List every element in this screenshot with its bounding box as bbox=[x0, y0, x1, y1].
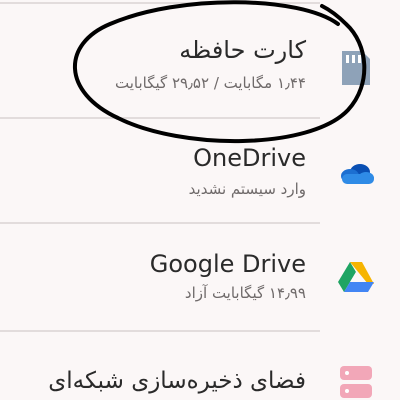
sd-card-icon bbox=[336, 48, 376, 88]
storage-item-onedrive[interactable]: OneDrive وارد سیستم نشدید bbox=[0, 120, 400, 220]
divider-3 bbox=[0, 330, 320, 332]
google-drive-icon bbox=[336, 256, 376, 296]
storage-item-network-storage[interactable]: فضای ذخیره‌سازی شبکه‌ای bbox=[0, 334, 400, 400]
storage-item-google-drive[interactable]: Google Drive ۱۴٫۹۹ گیگابایت آزاد bbox=[0, 226, 400, 326]
storage-item-memory-card[interactable]: کارت حافظه ۱٫۴۴ مگابایت / ۲۹٫۵۲ گیگابایت bbox=[0, 14, 400, 114]
onedrive-title: OneDrive bbox=[193, 144, 306, 172]
storage-screen: کارت حافظه ۱٫۴۴ مگابایت / ۲۹٫۵۲ گیگابایت… bbox=[0, 0, 400, 400]
top-divider bbox=[0, 2, 320, 4]
google-drive-subtitle: ۱۴٫۹۹ گیگابایت آزاد bbox=[184, 284, 306, 302]
memory-card-title: کارت حافظه bbox=[179, 36, 306, 64]
network-storage-title: فضای ذخیره‌سازی شبکه‌ای bbox=[48, 368, 306, 394]
onedrive-cloud-icon bbox=[336, 154, 376, 194]
network-storage-icon bbox=[336, 362, 376, 400]
google-drive-title: Google Drive bbox=[149, 250, 306, 278]
onedrive-subtitle: وارد سیستم نشدید bbox=[188, 180, 306, 198]
memory-card-subtitle: ۱٫۴۴ مگابایت / ۲۹٫۵۲ گیگابایت bbox=[114, 74, 306, 92]
divider-1 bbox=[0, 117, 320, 119]
divider-2 bbox=[0, 222, 320, 224]
